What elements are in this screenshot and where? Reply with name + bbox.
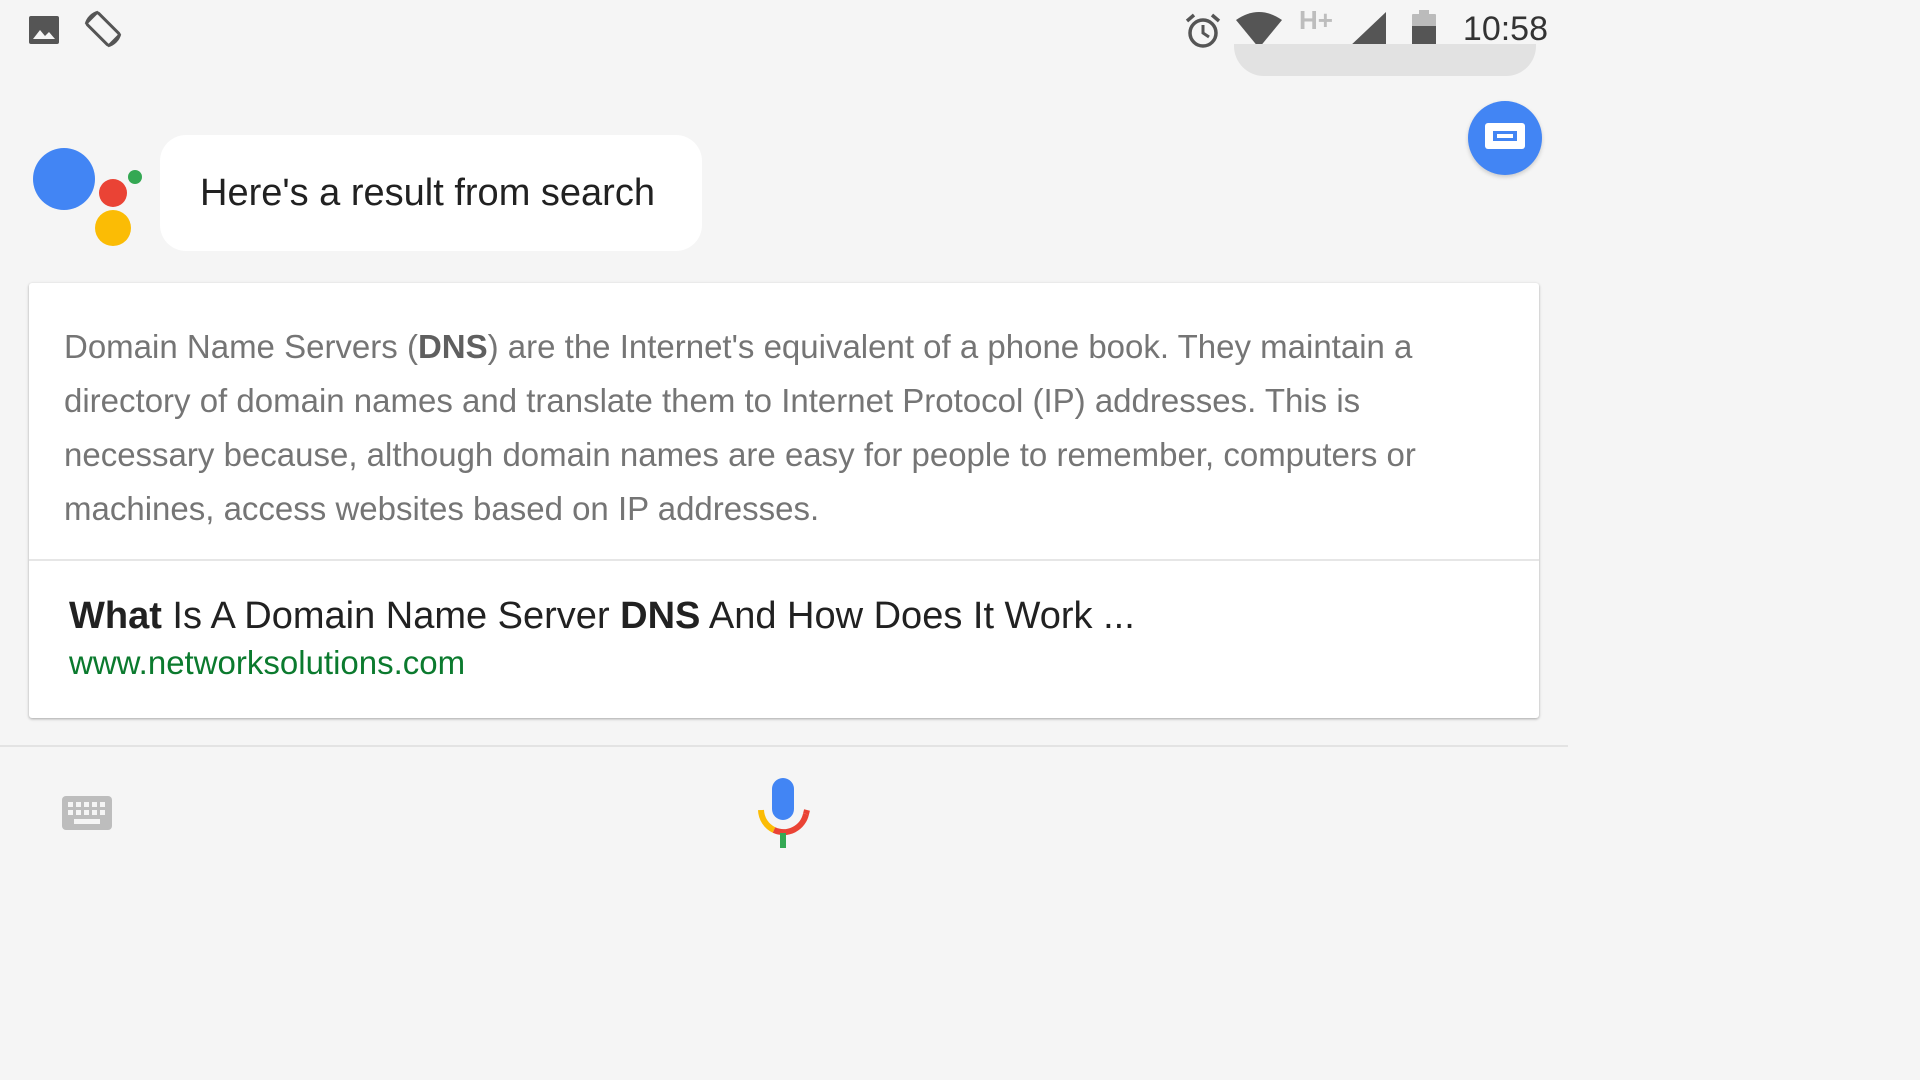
image-icon <box>28 14 60 46</box>
assistant-message-text: Here's a result from search <box>200 171 655 214</box>
result-title[interactable]: What Is A Domain Name Server DNS And How… <box>69 589 1489 643</box>
mic-button[interactable] <box>752 776 816 852</box>
logo-yellow-dot <box>95 210 131 246</box>
snippet-text-start: Domain Name Servers ( <box>64 328 418 365</box>
card-divider <box>29 559 1539 561</box>
pull-handle[interactable] <box>1234 44 1536 76</box>
alarm-icon <box>1184 12 1222 50</box>
result-snippet: Domain Name Servers (DNS) are the Intern… <box>64 320 1484 536</box>
logo-red-dot <box>99 179 127 207</box>
network-type-icon: H+ <box>1299 4 1333 35</box>
search-result-card: Domain Name Servers (DNS) are the Intern… <box>29 283 1539 718</box>
wifi-icon <box>1236 12 1282 48</box>
inbox-icon <box>1485 122 1525 154</box>
screen-rotation-icon <box>82 8 124 50</box>
keyboard-icon <box>60 796 116 838</box>
snapshot-button[interactable] <box>1468 101 1542 175</box>
cellular-signal-icon <box>1348 12 1386 48</box>
title-bold-dns: DNS <box>620 595 701 637</box>
logo-green-dot <box>128 170 142 184</box>
title-bold-what: What <box>69 595 162 637</box>
mic-icon <box>752 778 816 856</box>
title-text-end: And How Does It Work ... <box>700 595 1135 637</box>
snippet-bold-term: DNS <box>417 328 488 365</box>
keyboard-button[interactable] <box>60 794 116 834</box>
assistant-logo <box>30 145 150 255</box>
title-text-mid: Is A Domain Name Server <box>161 595 621 637</box>
result-url[interactable]: www.networksolutions.com <box>69 643 1489 683</box>
assistant-message-bubble: Here's a result from search <box>160 135 702 251</box>
logo-blue-dot <box>33 148 95 210</box>
bottom-divider <box>0 745 1568 747</box>
result-link[interactable]: What Is A Domain Name Server DNS And How… <box>69 589 1489 683</box>
battery-icon <box>1410 10 1438 48</box>
